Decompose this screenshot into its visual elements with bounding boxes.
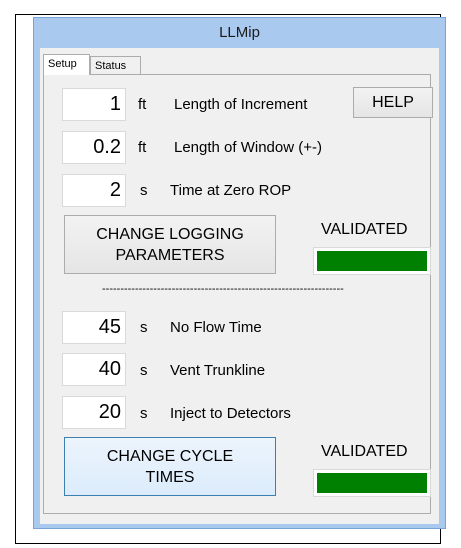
window-client-area: Setup Status 1 ft Length of Increment HE…: [40, 48, 439, 524]
vent-value-field[interactable]: 40: [62, 353, 126, 386]
app-window: LLMip Setup Status 1 ft Length of Increm…: [33, 17, 446, 529]
vent-unit: s: [140, 362, 148, 379]
change-cycle-times-button[interactable]: CHANGE CYCLE TIMES: [64, 437, 276, 496]
zero-rop-value-field[interactable]: 2: [62, 174, 126, 207]
tab-status[interactable]: Status: [90, 56, 141, 74]
no-flow-value-field[interactable]: 45: [62, 311, 126, 344]
window-title: LLMip: [219, 23, 260, 41]
change-logging-line2: PARAMETERS: [115, 246, 225, 264]
cycle-validated-fill: [317, 473, 427, 493]
zero-rop-label: Time at Zero ROP: [170, 182, 292, 199]
setup-tab-page: 1 ft Length of Increment HELP 0.2 ft Len…: [43, 74, 433, 514]
section-separator: ----------------------------------------…: [102, 283, 344, 295]
cycle-validated-indicator: [313, 469, 431, 497]
help-button[interactable]: HELP: [353, 87, 433, 118]
window-label: Length of Window (+-): [174, 139, 322, 156]
window-unit: ft: [138, 139, 147, 156]
change-cycle-line1: CHANGE CYCLE: [106, 447, 234, 465]
vent-label: Vent Trunkline: [170, 362, 266, 379]
increment-unit: ft: [138, 96, 147, 113]
inject-unit: s: [140, 405, 148, 422]
tab-setup[interactable]: Setup: [43, 54, 90, 75]
increment-value-field[interactable]: 1: [62, 88, 126, 121]
logging-validated-label: VALIDATED: [321, 221, 408, 238]
no-flow-label: No Flow Time: [170, 319, 262, 336]
title-bar[interactable]: LLMip: [34, 18, 445, 46]
inject-value-field[interactable]: 20: [62, 396, 126, 429]
window-value-field[interactable]: 0.2: [62, 131, 126, 164]
inject-label: Inject to Detectors: [170, 405, 291, 422]
page: LLMip Setup Status 1 ft Length of Increm…: [0, 0, 461, 548]
logging-validated-indicator: [313, 247, 431, 275]
change-logging-parameters-button[interactable]: CHANGE LOGGING PARAMETERS: [64, 215, 276, 274]
no-flow-unit: s: [140, 319, 148, 336]
change-logging-line1: CHANGE LOGGING: [96, 225, 244, 243]
change-cycle-line2: TIMES: [145, 468, 195, 486]
cycle-validated-label: VALIDATED: [321, 443, 408, 460]
zero-rop-unit: s: [140, 182, 148, 199]
increment-label: Length of Increment: [174, 96, 308, 113]
logging-validated-fill: [317, 251, 427, 271]
